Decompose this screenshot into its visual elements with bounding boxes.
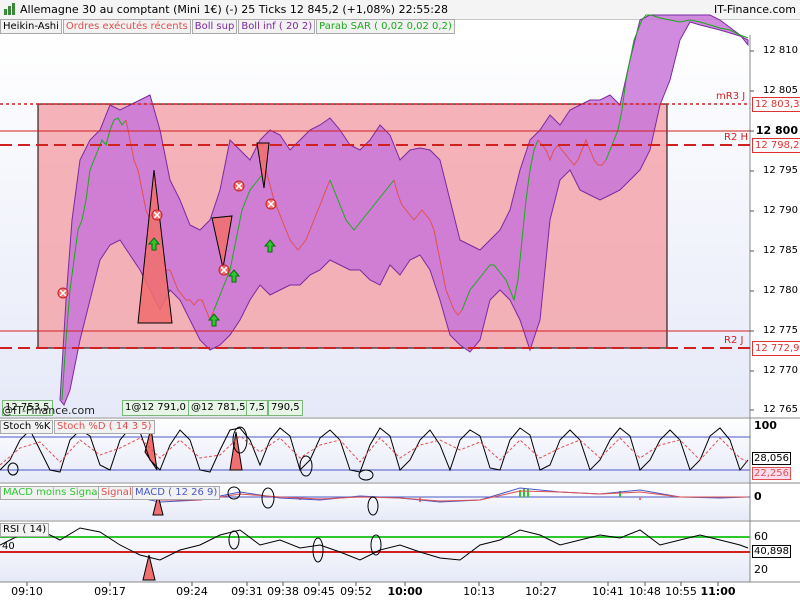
order-tag[interactable]: 1@12 791,0 xyxy=(122,400,189,416)
time-tick: 10:27 xyxy=(525,585,557,598)
order-tag[interactable]: 790,5 xyxy=(268,400,303,416)
rsi-axis-20: 20 xyxy=(754,563,768,576)
stoch-axis-100: 100 xyxy=(754,419,777,432)
rsi-value: 40,898 xyxy=(752,545,791,558)
time-tick: 09:17 xyxy=(94,585,126,598)
price-tick: 12 775 xyxy=(763,325,798,336)
time-tick: 09:10 xyxy=(11,585,43,598)
macd-axis-zero: 0 xyxy=(754,490,762,503)
stoch-k-legend[interactable]: Stoch %K xyxy=(0,420,54,434)
order-tag[interactable]: @12 781,5 xyxy=(188,400,249,416)
level-value-mr3: 12 803,3 xyxy=(752,97,800,112)
stoch-k-value: 28,056 xyxy=(752,452,791,465)
price-tick: 12 805 xyxy=(763,85,798,96)
time-tick-bold: 10:00 xyxy=(387,585,423,598)
time-tick: 09:52 xyxy=(340,585,372,598)
price-tick: 12 810 xyxy=(763,45,798,56)
macd-legend[interactable]: MACD ( 12 26 9) xyxy=(132,486,221,500)
level-name-r2h: R2 H xyxy=(724,132,749,143)
price-tick-highlight: 12 800 xyxy=(755,124,798,137)
time-tick: 09:45 xyxy=(303,585,335,598)
time-tick: 10:48 xyxy=(629,585,661,598)
chart-canvas[interactable] xyxy=(0,0,800,600)
time-tick: 10:55 xyxy=(665,585,697,598)
stoch-d-legend[interactable]: Stoch %D ( 14 3 5) xyxy=(54,420,155,434)
rsi-legend[interactable]: RSI ( 14) xyxy=(0,523,50,537)
price-tick: 12 790 xyxy=(763,205,798,216)
time-tick: 10:41 xyxy=(592,585,624,598)
price-tick: 12 770 xyxy=(763,365,798,376)
level-name-r2j: R2 J xyxy=(724,335,744,346)
level-value-r2j: 12 772,9 xyxy=(752,341,800,356)
stoch-d-value: 22,256 xyxy=(752,467,791,480)
rsi-left-value: 40 xyxy=(2,541,15,552)
price-tick: 12 795 xyxy=(763,165,798,176)
level-name-mr3: mR3 J xyxy=(716,91,746,102)
level-value-r2h: 12 798,2 xyxy=(752,138,800,153)
time-tick: 09:24 xyxy=(176,585,208,598)
price-tick: 12 780 xyxy=(763,285,798,296)
macd-hist-legend[interactable]: MACD moins Signal xyxy=(0,486,104,500)
time-tick-bold: 11:00 xyxy=(700,585,736,598)
time-tick: 10:13 xyxy=(463,585,495,598)
order-tag[interactable]: 7,5 xyxy=(246,400,268,416)
macd-signal-legend[interactable]: Signal xyxy=(98,486,135,500)
rsi-axis-60: 60 xyxy=(754,530,768,543)
watermark: @IT-Finance.com xyxy=(2,404,95,417)
price-tick: 12 765 xyxy=(763,404,798,415)
time-tick: 09:38 xyxy=(267,585,299,598)
price-tick: 12 785 xyxy=(763,245,798,256)
time-tick: 09:31 xyxy=(231,585,263,598)
